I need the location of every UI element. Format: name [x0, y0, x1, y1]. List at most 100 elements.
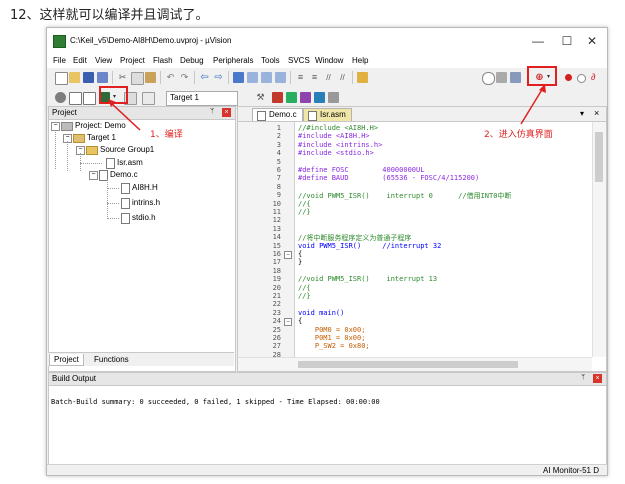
menu-svcs[interactable]: SVCS: [288, 56, 310, 65]
disable-breakpoint-icon[interactable]: [577, 74, 586, 83]
code-line[interactable]: //}: [298, 292, 311, 300]
tab-functions[interactable]: Functions: [90, 354, 133, 365]
tree-include-stdio[interactable]: stdio.h: [132, 213, 156, 222]
unindent-icon[interactable]: ≡: [309, 72, 320, 83]
new-file-icon[interactable]: [55, 72, 68, 85]
pin-icon[interactable]: ᛘ: [581, 374, 585, 381]
code-line[interactable]: #include <AI8H.H>: [298, 132, 370, 140]
menu-tools[interactable]: Tools: [261, 56, 280, 65]
indent-icon[interactable]: ≡: [295, 72, 306, 83]
undo-icon[interactable]: ↶: [165, 72, 176, 83]
code-line[interactable]: void main(): [298, 309, 344, 317]
code-line[interactable]: #include <intrins.h>: [298, 141, 382, 149]
code-line[interactable]: }: [298, 258, 302, 266]
find-combo-icon[interactable]: [482, 72, 495, 85]
find-in-files-icon[interactable]: [357, 72, 368, 83]
code-line[interactable]: //}: [298, 208, 311, 216]
tree-include-intrins[interactable]: intrins.h: [132, 198, 160, 207]
line-number: 21: [272, 292, 281, 300]
nav-forward-icon[interactable]: ⇨: [213, 72, 224, 83]
translate-icon[interactable]: [55, 92, 66, 103]
target-options-icon[interactable]: ⚒: [255, 92, 266, 103]
code-line[interactable]: P0M0 = 0x00;: [298, 326, 366, 334]
comment-icon[interactable]: //: [323, 72, 334, 83]
pack-installer-icon[interactable]: [300, 92, 311, 103]
tree-source-group[interactable]: Source Group1: [100, 145, 154, 154]
code-line[interactable]: //{: [298, 200, 311, 208]
tab-project[interactable]: Project: [49, 354, 84, 366]
tab-isr-asm[interactable]: Isr.asm: [303, 108, 352, 121]
close-panel-button[interactable]: ×: [222, 108, 231, 117]
code-line[interactable]: #include <stdio.h>: [298, 149, 374, 157]
fold-toggle[interactable]: −: [284, 251, 292, 259]
kill-breakpoints-icon[interactable]: ∂: [591, 72, 602, 83]
tree-file-isr[interactable]: Isr.asm: [117, 158, 143, 167]
menu-view[interactable]: View: [95, 56, 112, 65]
line-number: 15: [272, 241, 281, 250]
menu-edit[interactable]: Edit: [73, 56, 87, 65]
code-line[interactable]: {: [298, 317, 302, 325]
expand-toggle[interactable]: −: [51, 122, 60, 131]
menu-help[interactable]: Help: [352, 56, 368, 65]
rebuild-icon[interactable]: [83, 92, 96, 105]
save-all-icon[interactable]: [97, 72, 108, 83]
menu-flash[interactable]: Flash: [153, 56, 173, 65]
select-device-icon[interactable]: [314, 92, 325, 103]
menu-debug[interactable]: Debug: [180, 56, 204, 65]
copy-icon[interactable]: [131, 72, 144, 85]
bookmark-prev-icon[interactable]: [247, 72, 258, 83]
tabs-menu-icon[interactable]: ▾: [580, 109, 584, 118]
code-line[interactable]: void PWM5_ISR() //interrupt 32: [298, 242, 441, 250]
target-select[interactable]: Target 1: [166, 91, 238, 106]
open-file-icon[interactable]: [69, 72, 80, 83]
build-icon[interactable]: [69, 92, 82, 105]
nav-back-icon[interactable]: ⇦: [199, 72, 210, 83]
line-number: 10: [272, 199, 281, 208]
window-title: C:\Keil_v5\Demo-AI8H\Demo.uvproj - µVisi…: [70, 36, 232, 45]
code-area[interactable]: 1 //#include <AI8H.H> 2 #include <AI8H.H> 3 #…: [238, 122, 592, 359]
menu-window[interactable]: Window: [315, 56, 343, 65]
menu-file[interactable]: File: [53, 56, 66, 65]
fold-toggle[interactable]: −: [284, 318, 292, 327]
line-number: 4: [276, 149, 281, 158]
code-line[interactable]: //{: [298, 284, 311, 292]
code-line[interactable]: #define BAUD (65536 - FOSC/4/115200): [298, 174, 479, 182]
vertical-scrollbar[interactable]: [592, 122, 606, 357]
paste-icon[interactable]: [145, 72, 156, 83]
redo-icon[interactable]: ↷: [179, 72, 190, 83]
cut-icon[interactable]: ✂: [117, 72, 128, 83]
close-panel-button[interactable]: ×: [593, 374, 602, 383]
status-debugger: AI Monitor-51 D: [542, 466, 599, 475]
expand-toggle[interactable]: −: [89, 171, 98, 180]
save-icon[interactable]: [83, 72, 94, 83]
bookmark-toggle-icon[interactable]: [233, 72, 244, 83]
menu-peripherals[interactable]: Peripherals: [213, 56, 253, 65]
build-output-header: Build Output ᛘ ×: [49, 373, 606, 386]
close-window-button[interactable]: ✕: [575, 31, 607, 51]
breakpoint-icon[interactable]: [565, 74, 572, 81]
tab-demo-c[interactable]: Demo.c: [252, 108, 303, 121]
arrow-compile: [108, 99, 141, 131]
line-number: 9: [276, 191, 281, 200]
pin-icon[interactable]: ᛘ: [210, 108, 214, 115]
incremental-find-icon[interactable]: [496, 72, 507, 83]
bookmark-next-icon[interactable]: [261, 72, 272, 83]
build-output-panel: Build Output ᛘ × Batch-Build summary: 0 …: [48, 372, 607, 466]
file-extensions-icon[interactable]: [272, 92, 283, 103]
horizontal-scrollbar[interactable]: [238, 357, 592, 371]
code-line[interactable]: P_SW2 = 0x80;: [298, 342, 370, 350]
code-line[interactable]: P0M1 = 0x00;: [298, 334, 366, 342]
menu-project[interactable]: Project: [120, 56, 145, 65]
manage-components-icon[interactable]: [286, 92, 297, 103]
tree-file-demo[interactable]: Demo.c: [110, 170, 138, 179]
settings-icon[interactable]: [328, 92, 339, 103]
tree-include-ai8h[interactable]: AI8H.H: [132, 183, 158, 192]
close-editor-icon[interactable]: ×: [594, 108, 599, 118]
code-line[interactable]: //void PWM5_ISR() interrupt 0 //借用INT0中断: [298, 191, 511, 201]
code-line[interactable]: #define FOSC 40000000UL: [298, 166, 424, 174]
uncomment-icon[interactable]: //: [337, 72, 348, 83]
code-line[interactable]: //#include <AI8H.H>: [298, 124, 378, 132]
code-line[interactable]: //void PWM5_ISR() interrupt 13: [298, 275, 437, 283]
bookmark-clear-icon[interactable]: [275, 72, 286, 83]
code-line[interactable]: {: [298, 250, 302, 258]
